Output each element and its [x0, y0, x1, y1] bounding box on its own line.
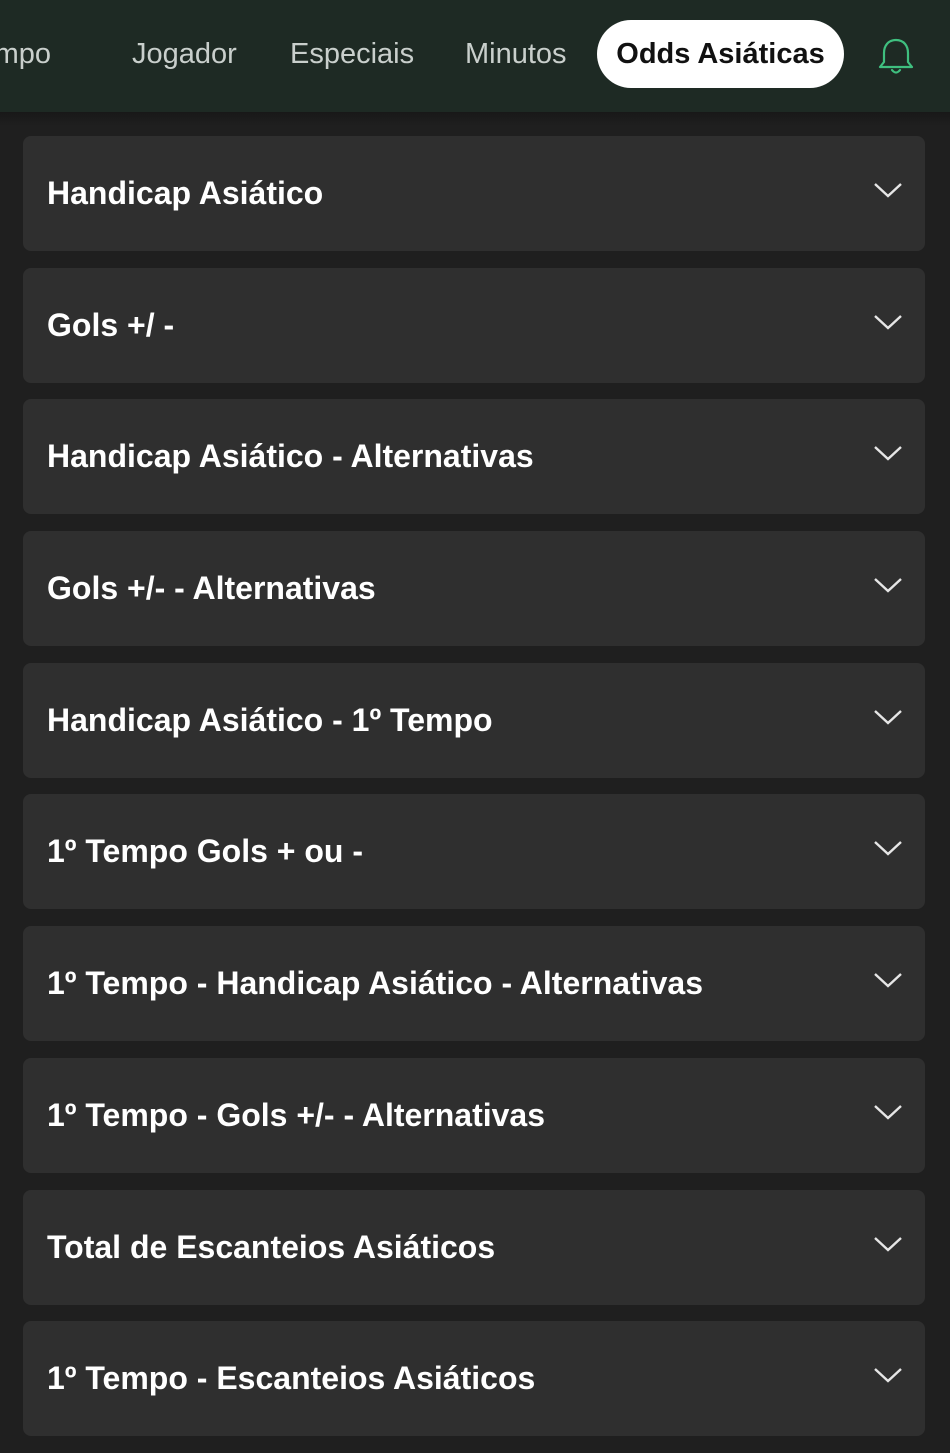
chevron-down-icon	[874, 183, 902, 198]
market-card-1-tempo-gols[interactable]: 1º Tempo Gols + ou -	[23, 794, 925, 910]
market-card-1-tempo-gols-alternativas[interactable]: 1º Tempo - Gols +/- - Alternativas	[23, 1057, 925, 1173]
market-card-total-escanteios-asiaticos[interactable]: Total de Escanteios Asiáticos	[23, 1189, 925, 1305]
market-card-1-tempo-handicap-alternativas[interactable]: 1º Tempo - Handicap Asiático - Alternati…	[23, 926, 925, 1042]
market-title: Handicap Asiático - 1º Tempo	[47, 701, 493, 738]
top-navigation-bar: Tempo Jogador Especiais Minutos Odds Asi…	[0, 0, 950, 112]
chevron-down-icon	[874, 314, 902, 330]
market-card-gols-alternativas[interactable]: Gols +/- - Alternativas	[23, 531, 925, 647]
market-title: Total de Escanteios Asiáticos	[47, 1228, 496, 1265]
market-tabs: Tempo Jogador Especiais Minutos Odds Asi…	[0, 20, 860, 88]
market-title: Gols +/- - Alternativas	[47, 570, 376, 607]
market-title: Handicap Asiático - Alternativas	[47, 438, 534, 475]
market-card-handicap-asiatico-alternativas[interactable]: Handicap Asiático - Alternativas	[23, 399, 925, 515]
market-title: 1º Tempo - Handicap Asiático - Alternati…	[47, 965, 703, 1002]
chevron-down-icon	[874, 446, 902, 462]
tab-minutos[interactable]: Minutos	[465, 20, 567, 88]
chevron-down-icon	[874, 709, 902, 725]
market-title: 1º Tempo Gols + ou -	[47, 833, 364, 870]
chevron-down-icon	[874, 1368, 902, 1383]
market-card-handicap-asiatico[interactable]: Handicap Asiático	[23, 136, 925, 251]
market-list: Handicap Asiático Gols +/ - Handicap Asi…	[23, 136, 925, 1453]
market-card-1-tempo-escanteios-asiaticos[interactable]: 1º Tempo - Escanteios Asiáticos	[23, 1321, 925, 1437]
market-card-gols-mais-menos[interactable]: Gols +/ -	[23, 267, 925, 383]
market-title: Handicap Asiático	[47, 175, 324, 211]
chevron-down-icon	[874, 841, 902, 857]
tab-especiais[interactable]: Especiais	[290, 20, 414, 88]
tab-tempo[interactable]: Tempo	[0, 20, 94, 88]
market-card-handicap-asiatico-1-tempo[interactable]: Handicap Asiático - 1º Tempo	[23, 662, 925, 778]
chevron-down-icon	[874, 1236, 902, 1252]
header-shadow	[0, 112, 950, 126]
chevron-down-icon	[874, 578, 902, 593]
bell-icon[interactable]	[874, 34, 918, 78]
chevron-down-icon	[874, 1104, 902, 1120]
chevron-down-icon	[874, 973, 902, 988]
tab-odds-asiaticas[interactable]: Odds Asiáticas	[597, 20, 844, 88]
tab-jogador[interactable]: Jogador	[132, 20, 237, 88]
market-title: Gols +/ -	[47, 306, 175, 343]
market-title: 1º Tempo - Escanteios Asiáticos	[47, 1360, 536, 1397]
market-title: 1º Tempo - Gols +/- - Alternativas	[47, 1096, 546, 1133]
